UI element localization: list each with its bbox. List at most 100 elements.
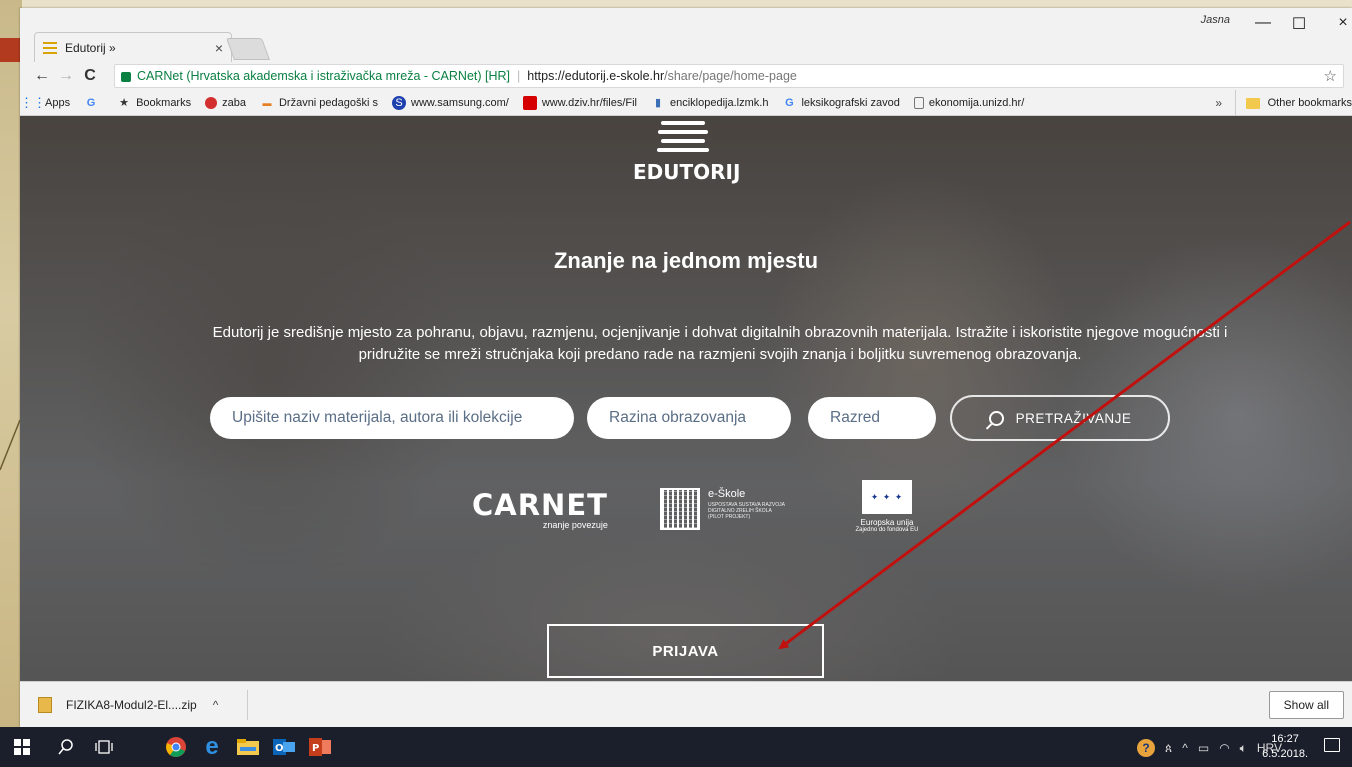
svg-text:P: P <box>312 743 319 754</box>
edge-icon[interactable]: e <box>200 733 224 760</box>
search-button[interactable]: PRETRAŽIVANJE <box>950 395 1170 441</box>
url-host: https://edutorij.e-skole.hr <box>527 69 665 83</box>
help-icon[interactable]: ? <box>1137 739 1156 757</box>
forward-button[interactable]: → <box>54 67 78 85</box>
google-icon: G <box>785 96 794 109</box>
eskole-name: e-Škole <box>708 488 746 500</box>
download-options-caret[interactable]: ^ <box>213 698 219 712</box>
people-icon[interactable]: ጰ <box>1165 741 1172 756</box>
eu-name: Europska unija <box>860 518 914 527</box>
slide-frame-left <box>0 0 22 767</box>
maximize-button[interactable]: ☐ <box>1284 14 1314 34</box>
bookmarks-bar: ⋮⋮ Apps G ★ Bookmarks zaba ▬ Državni ped… <box>20 90 1352 116</box>
eskole-subtitle: USPOSTAVA SUSTAVA RAZVOJA DIGITALNO ZREL… <box>708 502 785 520</box>
windows-taskbar: e O P ? ጰ ^ ▭ ◠ 🔈︎ HRV 16:27 6.5.2018. <box>0 727 1352 767</box>
volume-icon[interactable]: 🔈︎ <box>1240 741 1247 756</box>
bookmark-apps[interactable]: ⋮⋮ Apps <box>20 94 71 110</box>
bookmark-zaba[interactable]: zaba <box>205 96 246 109</box>
search-icon <box>988 410 1004 426</box>
grade-select[interactable]: Razred <box>808 397 936 439</box>
google-icon: G <box>86 96 96 109</box>
profile-name[interactable]: Jasna <box>1201 14 1230 26</box>
windows-start-icon[interactable] <box>10 735 34 759</box>
books-icon <box>633 121 733 152</box>
address-bar[interactable]: CARNet (Hrvatska akademska i istraživačk… <box>114 64 1344 88</box>
zaba-icon <box>205 96 218 109</box>
eskole-logo[interactable]: e-Škole USPOSTAVA SUSTAVA RAZVOJA DIGITA… <box>660 488 788 530</box>
show-all-downloads-button[interactable]: Show all <box>1268 691 1344 719</box>
edutorij-logo[interactable]: EDUTORIJ <box>633 116 741 184</box>
eu-flag-icon: ✦ ✦ ✦ <box>862 480 912 514</box>
bookmark-leksikografski[interactable]: G leksikografski zavod <box>782 96 900 110</box>
bookmark-dziv[interactable]: www.dziv.hr/files/Fil <box>522 95 637 110</box>
reload-button[interactable]: C <box>78 67 102 85</box>
lock-icon <box>121 72 131 82</box>
bookmark-samsung[interactable]: S www.samsung.com/ <box>392 95 509 110</box>
tab-edutorij[interactable]: Edutorij » × <box>34 32 232 62</box>
slide-accent <box>0 38 22 62</box>
tab-title: Edutorij » <box>65 40 116 55</box>
zip-file-icon <box>38 696 52 713</box>
battery-icon[interactable]: ▭ <box>1198 741 1209 755</box>
page-headline: Znanje na jednom mjestu <box>553 248 819 273</box>
bookmark-star-icon[interactable]: ☆ <box>1324 67 1337 85</box>
download-file-name[interactable]: FIZIKA8-Modul2-El....zip <box>66 698 197 712</box>
other-bookmarks[interactable]: Other bookmarks <box>1234 90 1352 115</box>
powerpoint-icon[interactable]: P <box>308 735 332 759</box>
download-separator <box>247 690 248 720</box>
clock-date: 6.5.2018. <box>1262 748 1308 760</box>
secure-label: CARNet (Hrvatska akademska i istraživačk… <box>137 69 510 83</box>
show-hidden-icons-chevron[interactable]: ^ <box>1182 741 1188 755</box>
file-explorer-icon[interactable] <box>236 735 260 759</box>
logo-text: EDUTORIJ <box>633 160 741 184</box>
login-button[interactable]: PRIJAVA <box>547 624 824 678</box>
apps-grid-icon: ⋮⋮ <box>20 94 46 110</box>
download-bar: FIZIKA8-Modul2-El....zip ^ Show all <box>20 681 1352 727</box>
lzmk-icon: ▮ <box>654 97 662 109</box>
close-tab-icon[interactable]: × <box>215 40 223 56</box>
page-icon <box>913 96 924 109</box>
back-button[interactable]: ← <box>30 67 54 85</box>
wifi-icon[interactable]: ◠ <box>1219 741 1229 755</box>
close-window-button[interactable]: × <box>1328 14 1352 32</box>
bookmark-dps[interactable]: ▬ Državni pedagoški s <box>260 96 378 110</box>
bookmark-label: leksikografski zavod <box>801 96 900 109</box>
title-bar: Edutorij » × Jasna — ☐ × <box>20 8 1352 62</box>
eu-subtitle: Zajedno do fondova EU <box>855 527 919 533</box>
task-view-icon[interactable] <box>92 735 116 759</box>
eskole-grid-icon <box>660 488 700 530</box>
svg-text:O: O <box>275 743 284 754</box>
search-button-label: PRETRAŽIVANJE <box>1015 410 1132 426</box>
bookmark-label: zaba <box>222 96 246 109</box>
page-description: Edutorij je središnje mjesto za pohranu,… <box>212 324 1228 363</box>
bookmark-label: Državni pedagoški s <box>278 96 379 109</box>
taskbar-clock[interactable]: 16:27 6.5.2018. <box>1262 732 1308 762</box>
search-input[interactable]: Upišite naziv materijala, autora ili kol… <box>210 397 574 439</box>
minimize-button[interactable]: — <box>1248 14 1278 32</box>
outlook-icon[interactable]: O <box>272 735 296 759</box>
more-bookmarks-button[interactable]: » <box>1215 96 1222 110</box>
new-tab-button[interactable] <box>225 38 271 60</box>
search-icon[interactable] <box>54 735 78 759</box>
folder-icon <box>1245 97 1260 109</box>
bookmark-label: Bookmarks <box>136 96 192 109</box>
bookmark-bookmarks[interactable]: ★ Bookmarks <box>117 96 191 110</box>
browser-window: Edutorij » × Jasna — ☐ × ← → C CARNet (H… <box>20 8 1352 727</box>
bookmark-label: Apps <box>45 96 71 109</box>
star-icon: ★ <box>119 97 130 109</box>
bookmark-google[interactable]: G <box>84 96 103 110</box>
chrome-icon[interactable] <box>164 735 188 759</box>
education-level-select[interactable]: Razina obrazovanja <box>587 397 791 439</box>
clock-time: 16:27 <box>1271 733 1299 745</box>
eu-logo[interactable]: ✦ ✦ ✦ Europska unija Zajedno do fondova … <box>842 480 932 533</box>
system-tray: ? ጰ ^ ▭ ◠ 🔈︎ HRV <box>1137 739 1282 757</box>
address-separator: | <box>517 69 521 83</box>
carnet-logo[interactable]: CARNET znanje povezuje <box>472 488 608 530</box>
edutorij-home-page: EDUTORIJ Znanje na jednom mjestu Edutori… <box>20 116 1352 681</box>
dziv-icon <box>522 95 537 110</box>
notifications-icon[interactable] <box>1324 738 1340 752</box>
carnet-name: CARNET <box>472 488 608 522</box>
samsung-icon: S <box>392 95 407 110</box>
bookmark-lzmk[interactable]: ▮ enciklopedija.lzmk.h <box>651 96 768 110</box>
bookmark-ekonomija[interactable]: ekonomija.unizd.hr/ <box>913 96 1024 109</box>
